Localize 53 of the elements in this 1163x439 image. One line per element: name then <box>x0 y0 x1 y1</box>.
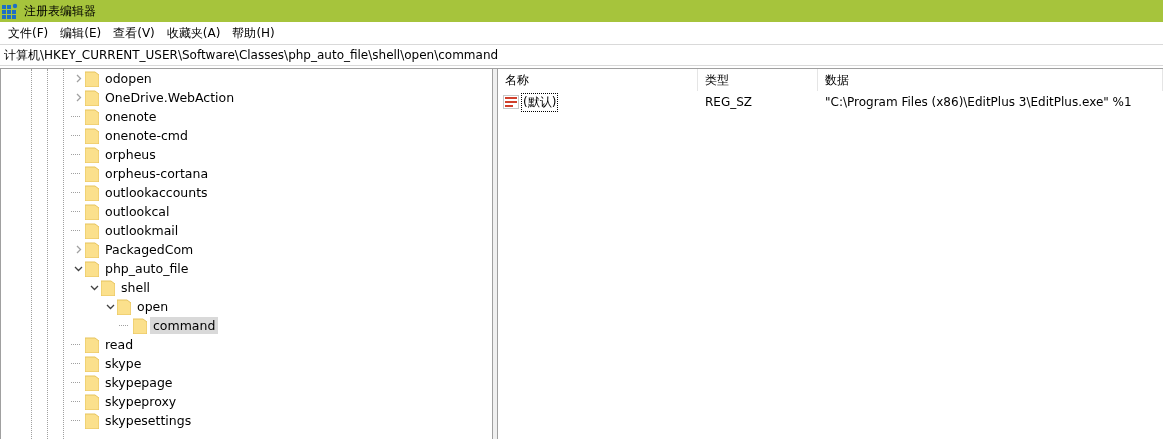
folder-icon <box>85 108 99 125</box>
tree-item[interactable]: PackagedCom <box>102 241 197 258</box>
table-cell-text: "C:\Program Files (x86)\EditPlus 3\EditPlus.exe" %1 <box>824 95 1133 109</box>
folder-icon <box>85 184 99 201</box>
folder-icon <box>85 393 99 410</box>
tree-item[interactable]: skypesettings <box>102 412 195 429</box>
menu-item[interactable]: 查看(V) <box>107 24 161 42</box>
column-header[interactable]: 数据 <box>818 69 1163 91</box>
registry-icon <box>2 3 18 19</box>
tree-item[interactable]: onenote-cmd <box>102 127 191 144</box>
string-value-icon <box>503 95 519 109</box>
folder-icon <box>117 298 131 315</box>
folder-icon <box>133 317 147 334</box>
folder-icon <box>85 241 99 258</box>
tree-item[interactable]: orpheus-cortana <box>102 165 212 182</box>
tree-item[interactable]: command <box>150 317 219 334</box>
menu-item[interactable]: 文件(F) <box>2 24 55 42</box>
folder-icon <box>101 279 115 296</box>
tree-item[interactable]: orpheus <box>102 146 159 163</box>
table-cell-text: REG_SZ <box>704 95 754 109</box>
tree-item[interactable]: read <box>102 336 137 353</box>
folder-icon <box>85 355 99 372</box>
tree-item[interactable]: OneDrive.WebAction <box>102 89 238 106</box>
tree-item[interactable]: skypepage <box>102 374 176 391</box>
tree-item[interactable]: outlookmail <box>102 222 182 239</box>
column-header[interactable]: 名称 <box>498 69 698 91</box>
tree-item[interactable]: odopen <box>102 70 155 87</box>
tree-item[interactable]: open <box>134 298 172 315</box>
folder-icon <box>85 146 99 163</box>
folder-icon <box>85 336 99 353</box>
folder-icon <box>85 70 99 87</box>
tree-item[interactable]: skypeproxy <box>102 393 180 410</box>
tree-item[interactable]: outlookaccounts <box>102 184 211 201</box>
menu-item[interactable]: 帮助(H) <box>226 24 281 42</box>
tree-item[interactable]: skype <box>102 355 145 372</box>
address-field[interactable]: 计算机\HKEY_CURRENT_USER\Software\Classes\php_auto_file\shell\open\command <box>0 44 1163 66</box>
folder-icon <box>85 165 99 182</box>
folder-icon <box>85 260 99 277</box>
folder-icon <box>85 127 99 144</box>
tree-item[interactable]: php_auto_file <box>102 260 192 277</box>
window-title: 注册表编辑器 <box>24 2 96 20</box>
menu-item[interactable]: 编辑(E) <box>54 24 108 42</box>
tree-item[interactable]: shell <box>118 279 154 296</box>
value-name[interactable]: (默认) <box>521 92 559 112</box>
column-header[interactable]: 类型 <box>698 69 818 91</box>
folder-icon <box>85 89 99 106</box>
menu-item[interactable]: 收藏夹(A) <box>160 24 227 42</box>
folder-icon <box>85 412 99 429</box>
tree-item[interactable]: outlookcal <box>102 203 173 220</box>
tree-item[interactable]: onenote <box>102 108 160 125</box>
folder-icon <box>85 222 99 239</box>
folder-icon <box>85 203 99 220</box>
folder-icon <box>85 374 99 391</box>
